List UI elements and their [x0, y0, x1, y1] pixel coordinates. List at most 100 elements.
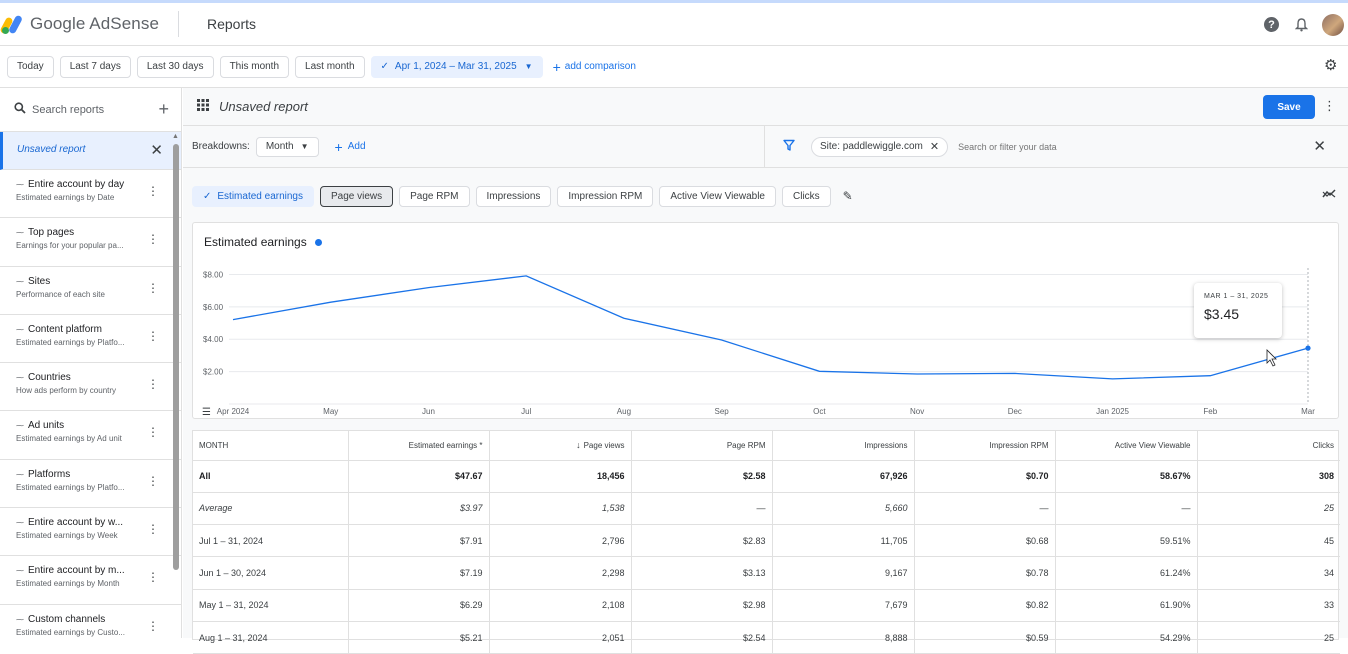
- table-cell: 1,538: [489, 492, 631, 524]
- sidebar-item-ad-units[interactable]: ⁓Ad unitsEstimated earnings by Ad unit⋮: [0, 411, 181, 459]
- chart-type-trend-icon[interactable]: [1322, 188, 1336, 202]
- column-header[interactable]: Impression RPM: [914, 431, 1055, 460]
- column-header[interactable]: MONTH: [193, 431, 348, 460]
- filter-search-input[interactable]: [958, 142, 1258, 152]
- table-cell: 58.67%: [1055, 460, 1197, 492]
- sidebar-item-entire-account-by-m[interactable]: ⁓Entire account by m...Estimated earning…: [0, 556, 181, 604]
- sidebar-item-title: Entire account by w...: [28, 517, 123, 528]
- adsense-logo[interactable]: Google AdSense: [2, 14, 178, 34]
- metric-chip-active-view-viewable[interactable]: Active View Viewable: [659, 186, 776, 207]
- column-header[interactable]: Page RPM: [631, 431, 772, 460]
- sidebar-item-entire-account-by-day[interactable]: ⁓Entire account by dayEstimated earnings…: [0, 170, 181, 218]
- date-chip-today[interactable]: Today: [7, 56, 54, 78]
- table-cell: May 1 – 31, 2024: [193, 589, 348, 621]
- sidebar-item-sites[interactable]: ⁓SitesPerformance of each site⋮: [0, 267, 181, 315]
- report-trend-icon: ⁓: [16, 421, 24, 430]
- date-chip-last-30-days[interactable]: Last 30 days: [137, 56, 214, 78]
- sidebar-item-unsaved-report[interactable]: Unsaved report ✕: [0, 132, 181, 170]
- table-cell: $3.13: [631, 557, 772, 589]
- add-breakdown-button[interactable]: + Add: [335, 139, 366, 155]
- sidebar-item-custom-channels[interactable]: ⁓Custom channelsEstimated earnings by Cu…: [0, 605, 181, 638]
- more-vert-icon[interactable]: ⋮: [147, 426, 159, 438]
- date-chip-last-month[interactable]: Last month: [295, 56, 364, 78]
- table-row[interactable]: Jun 1 – 30, 2024$7.192,298$3.139,167$0.7…: [193, 557, 1340, 589]
- help-icon[interactable]: ?: [1264, 17, 1279, 32]
- edit-metrics-pencil-icon[interactable]: ✎: [843, 189, 853, 203]
- more-vert-icon[interactable]: ⋮: [147, 378, 159, 390]
- metric-chip-estimated-earnings[interactable]: ✓ Estimated earnings: [192, 186, 314, 207]
- date-chip-last-7-days[interactable]: Last 7 days: [60, 56, 131, 78]
- table-total-row[interactable]: All$47.6718,456$2.5867,926$0.7058.67%308: [193, 460, 1340, 492]
- table-cell: 2,298: [489, 557, 631, 589]
- metric-chip-page-rpm[interactable]: Page RPM: [399, 186, 469, 207]
- page-title: Reports: [207, 16, 256, 32]
- apps-grid-icon[interactable]: [197, 99, 209, 114]
- column-header[interactable]: Impressions: [772, 431, 914, 460]
- column-header[interactable]: Clicks: [1197, 431, 1340, 460]
- date-range-selector[interactable]: ✓ Apr 1, 2024 – Mar 31, 2025 ▼: [371, 56, 543, 78]
- date-chip-this-month[interactable]: This month: [220, 56, 289, 78]
- breakdown-month-dropdown[interactable]: Month ▼: [256, 137, 319, 157]
- more-vert-icon[interactable]: ⋮: [147, 330, 159, 342]
- search-icon: [14, 102, 26, 117]
- report-name[interactable]: Unsaved report: [219, 99, 308, 114]
- table-cell: 25: [1197, 492, 1340, 524]
- top-bar: Google AdSense Reports ?: [0, 0, 1348, 46]
- sidebar-item-platforms[interactable]: ⁓PlatformsEstimated earnings by Platfo..…: [0, 460, 181, 508]
- column-header[interactable]: Estimated earnings *: [348, 431, 489, 460]
- sidebar-item-entire-account-by-w[interactable]: ⁓Entire account by w...Estimated earning…: [0, 508, 181, 556]
- date-range-label: Apr 1, 2024 – Mar 31, 2025: [395, 61, 517, 72]
- more-vert-icon[interactable]: ⋮: [147, 571, 159, 583]
- report-table-card: MONTHEstimated earnings *↓Page viewsPage…: [192, 430, 1339, 640]
- table-row[interactable]: Jul 1 – 31, 2024$7.912,796$2.8311,705$0.…: [193, 525, 1340, 557]
- metric-chip-page-views[interactable]: Page views: [320, 186, 393, 207]
- search-reports[interactable]: Search reports +: [0, 88, 181, 132]
- earnings-line-chart[interactable]: $2.00$4.00$6.00$8.00Apr 2024MayJunJulAug…: [193, 223, 1338, 418]
- save-button[interactable]: Save: [1263, 95, 1315, 119]
- new-report-plus-icon[interactable]: +: [158, 99, 169, 120]
- column-header[interactable]: ↓Page views: [489, 431, 631, 460]
- sidebar-item-title: Countries: [28, 372, 71, 383]
- report-trend-icon: ⁓: [16, 277, 24, 286]
- more-vert-icon[interactable]: ⋮: [147, 233, 159, 245]
- metric-chip-impressions[interactable]: Impressions: [476, 186, 552, 207]
- more-vert-icon[interactable]: ⋮: [147, 523, 159, 535]
- settings-gear-icon[interactable]: ⚙: [1324, 58, 1340, 74]
- table-row[interactable]: May 1 – 31, 2024$6.292,108$2.987,679$0.8…: [193, 589, 1340, 621]
- filter-funnel-icon[interactable]: [783, 139, 795, 154]
- sidebar-item-title: Top pages: [28, 227, 74, 238]
- table-average-row[interactable]: Average$3.971,538—5,660——25: [193, 492, 1340, 524]
- sidebar-item-content-platform[interactable]: ⁓Content platformEstimated earnings by P…: [0, 315, 181, 363]
- more-vert-icon[interactable]: ⋮: [147, 475, 159, 487]
- table-cell: 67,926: [772, 460, 914, 492]
- close-filter-icon[interactable]: ✕: [1313, 137, 1326, 155]
- sidebar-item-countries[interactable]: ⁓CountriesHow ads perform by country⋮: [0, 363, 181, 411]
- more-vert-icon[interactable]: ⋮: [147, 620, 159, 632]
- search-reports-placeholder[interactable]: Search reports: [32, 104, 104, 116]
- legend-menu-icon[interactable]: ☰: [202, 407, 211, 418]
- filter-section: Site: paddlewiggle.com ✕ ✕: [764, 126, 1348, 167]
- plus-icon: +: [553, 59, 561, 75]
- data-point[interactable]: [1305, 346, 1310, 351]
- metric-chip-impression-rpm[interactable]: Impression RPM: [557, 186, 653, 207]
- column-header[interactable]: Active View Viewable: [1055, 431, 1197, 460]
- table-cell: 5,660: [772, 492, 914, 524]
- site-filter-chip[interactable]: Site: paddlewiggle.com ✕: [811, 137, 948, 157]
- metric-chip-clicks[interactable]: Clicks: [782, 186, 831, 207]
- add-comparison-button[interactable]: + add comparison: [553, 59, 636, 75]
- remove-filter-close-icon[interactable]: ✕: [930, 140, 939, 153]
- reports-sidebar: Search reports + Unsaved report ✕ ⁓Entir…: [0, 88, 182, 638]
- sidebar-scrollbar[interactable]: [173, 144, 179, 570]
- more-vert-icon[interactable]: ⋮: [147, 185, 159, 197]
- sidebar-item-top-pages[interactable]: ⁓Top pagesEarnings for your popular pa..…: [0, 218, 181, 266]
- table-cell: 2,108: [489, 589, 631, 621]
- notifications-bell-icon[interactable]: [1294, 18, 1308, 32]
- more-vert-icon[interactable]: ⋮: [147, 282, 159, 294]
- x-tick-label: Apr 2024: [217, 407, 250, 416]
- avatar[interactable]: [1322, 14, 1344, 36]
- close-icon[interactable]: ✕: [150, 141, 163, 159]
- report-header: Unsaved report Save ⋮: [183, 88, 1348, 126]
- more-vert-icon[interactable]: ⋮: [1323, 98, 1336, 114]
- series-line-estimated-earnings[interactable]: [233, 276, 1308, 379]
- scroll-up-arrow-icon[interactable]: ▲: [172, 133, 179, 140]
